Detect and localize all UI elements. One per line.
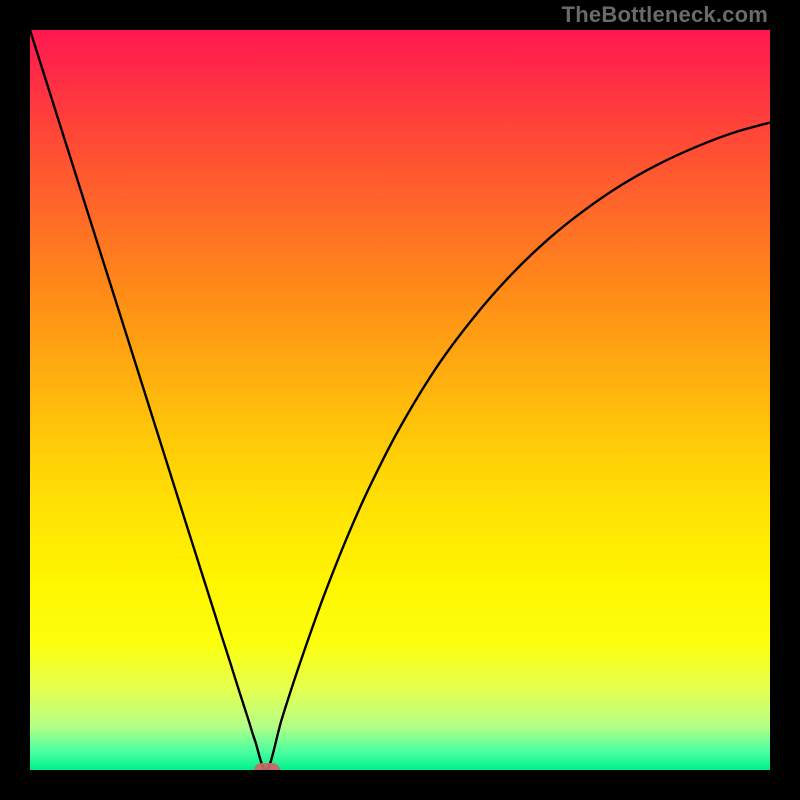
bottleneck-curve <box>30 30 770 770</box>
curve-layer <box>30 30 770 770</box>
watermark-text: TheBottleneck.com <box>562 2 768 28</box>
plot-area <box>30 30 770 770</box>
chart-frame: TheBottleneck.com <box>0 0 800 800</box>
optimal-marker <box>254 763 280 770</box>
